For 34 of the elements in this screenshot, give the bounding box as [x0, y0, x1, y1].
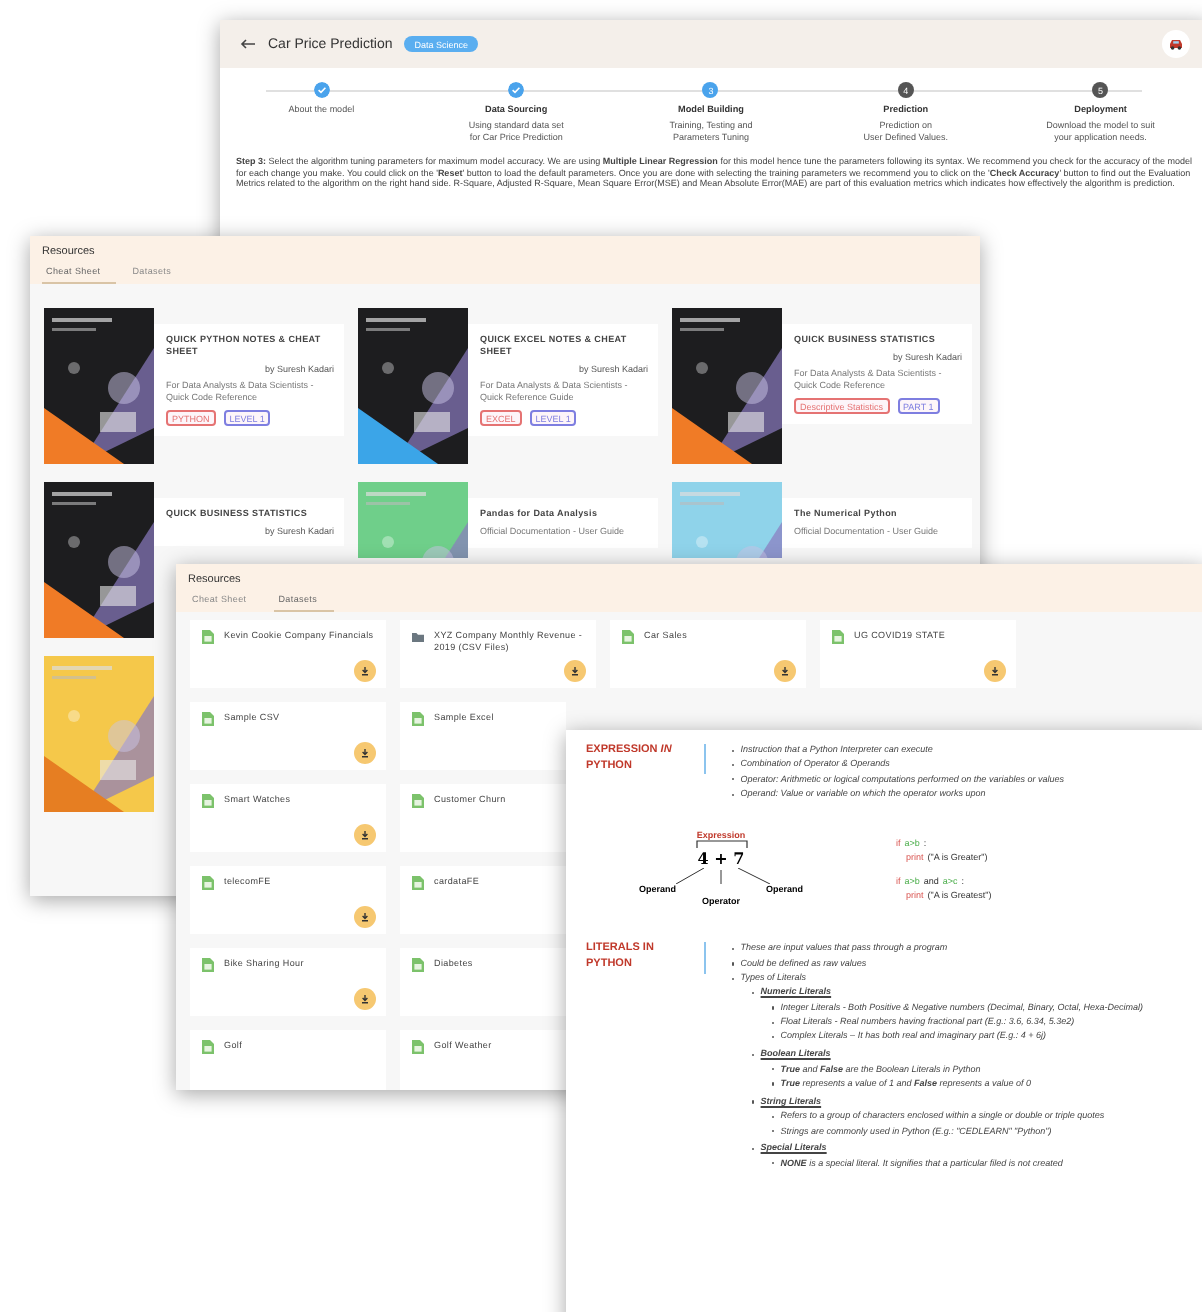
- download-icon: [990, 666, 1000, 676]
- spreadsheet-icon: [202, 794, 214, 808]
- download-button[interactable]: [354, 742, 376, 764]
- spreadsheet-icon: [202, 712, 214, 726]
- download-button[interactable]: [564, 660, 586, 682]
- download-button[interactable]: [774, 660, 796, 682]
- spreadsheet-icon: [832, 630, 844, 644]
- download-button[interactable]: [354, 824, 376, 846]
- spreadsheet-icon: [412, 958, 424, 972]
- download-button[interactable]: [354, 906, 376, 928]
- expression-text: 4 + 7: [695, 848, 747, 869]
- download-icon: [570, 666, 580, 676]
- spreadsheet-icon: [622, 630, 634, 644]
- download-icon: [360, 994, 370, 1004]
- spreadsheet-icon: [202, 876, 214, 890]
- spreadsheet-icon: [412, 876, 424, 890]
- spreadsheet-icon: [412, 1040, 424, 1054]
- download-icon: [360, 748, 370, 758]
- spreadsheet-icon: [202, 958, 214, 972]
- bracket-icon: [695, 840, 747, 849]
- download-icon: [360, 912, 370, 922]
- spreadsheet-icon: [202, 1040, 214, 1054]
- download-button[interactable]: [354, 988, 376, 1010]
- download-button[interactable]: [354, 660, 376, 682]
- car-icon: [1168, 38, 1184, 50]
- download-button[interactable]: [984, 660, 1006, 682]
- download-icon: [780, 666, 790, 676]
- spreadsheet-icon: [412, 794, 424, 808]
- download-icon: [360, 666, 370, 676]
- folder-icon: [412, 630, 424, 644]
- spreadsheet-icon: [412, 712, 424, 726]
- download-icon: [360, 830, 370, 840]
- back-arrow-icon[interactable]: [240, 38, 256, 50]
- spreadsheet-icon: [202, 630, 214, 644]
